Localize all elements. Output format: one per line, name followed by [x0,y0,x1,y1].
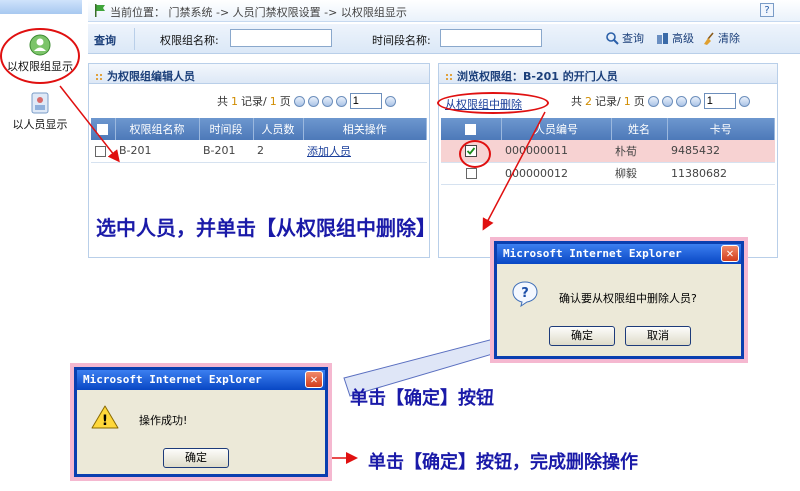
step1-caption: 选中人员，并单击【从权限组中删除】 [96,216,436,240]
confirm-dialog-titlebar[interactable]: Microsoft Internet Explorer ✕ [497,244,741,264]
confirm-message: 确认要从权限组中删除人员? [559,292,697,305]
step2-caption: 单击【确定】按钮 [350,388,494,409]
success-dialog-title: Microsoft Internet Explorer [83,373,262,386]
question-icon: ? [512,281,538,308]
success-message: 操作成功! [139,414,188,427]
warning-icon: ! [91,405,119,429]
svg-text:?: ? [521,286,529,301]
close-icon[interactable]: ✕ [721,245,739,262]
confirm-dialog: Microsoft Internet Explorer ✕ ? 确认要从权限组中… [494,241,744,359]
success-dialog: Microsoft Internet Explorer ✕ ! 操作成功! 确定 [74,367,328,477]
step3-caption: 单击【确定】按钮，完成删除操作 [368,452,638,473]
close-icon[interactable]: ✕ [305,371,323,388]
arrow-to-checkbox [59,85,120,163]
arrow-from-remove-link [482,111,546,231]
success-dialog-titlebar[interactable]: Microsoft Internet Explorer ✕ [77,370,325,390]
svg-text:!: ! [102,413,108,429]
confirm-cancel-button[interactable]: 取消 [625,326,691,346]
confirm-dialog-title: Microsoft Internet Explorer [503,247,682,260]
confirm-ok-button[interactable]: 确定 [549,326,615,346]
success-ok-button[interactable]: 确定 [163,448,229,468]
